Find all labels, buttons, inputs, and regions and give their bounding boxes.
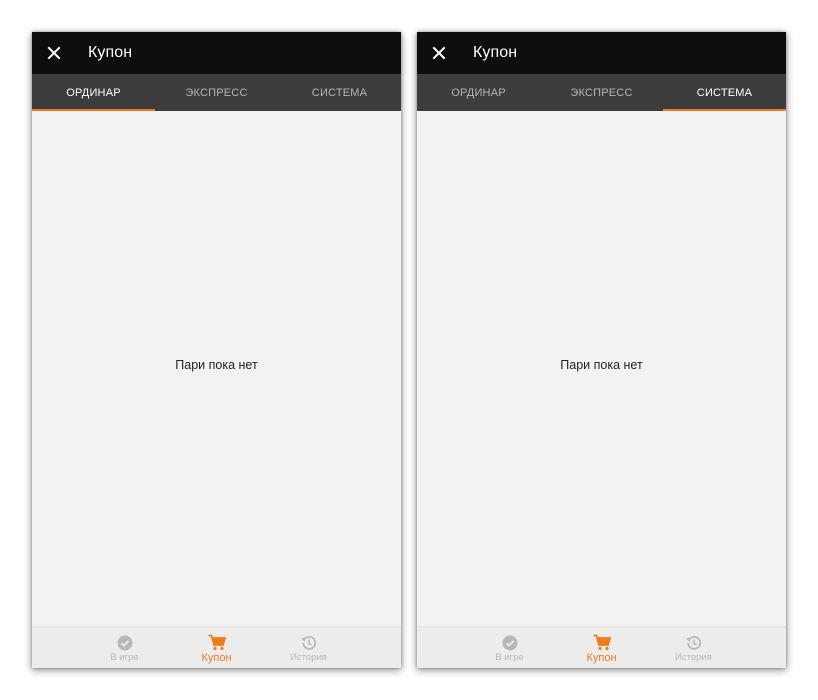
tab-express[interactable]: ЭКСПРЕСС — [540, 74, 663, 111]
page-title: Купон — [473, 44, 518, 61]
close-icon[interactable] — [431, 45, 447, 61]
nav-label: Купон — [201, 651, 232, 664]
nav-item-history[interactable]: История — [648, 627, 740, 668]
cart-icon — [593, 634, 611, 651]
bet-type-tabs: ОРДИНАР ЭКСПРЕСС СИСТЕМА — [417, 74, 786, 111]
cart-icon — [208, 634, 226, 651]
bet-type-tabs: ОРДИНАР ЭКСПРЕСС СИСТЕМА — [32, 74, 401, 111]
nav-label: В игре — [110, 652, 139, 663]
nav-label: Купон — [586, 651, 617, 664]
nav-item-coupon[interactable]: Купон — [556, 627, 648, 668]
tab-system[interactable]: СИСТЕМА — [663, 74, 786, 111]
history-icon — [685, 634, 702, 651]
nav-item-in-game[interactable]: В игре — [464, 627, 556, 668]
history-icon — [300, 634, 317, 651]
nav-label: История — [675, 652, 712, 663]
app-bar: Купон — [32, 32, 401, 74]
nav-label: История — [290, 652, 327, 663]
bottom-nav: В игре Купон История — [32, 626, 401, 668]
coupon-screen-system: Купон ОРДИНАР ЭКСПРЕСС СИСТЕМА Пари пока… — [417, 32, 786, 668]
check-circle-icon — [502, 634, 518, 651]
page-title: Купон — [88, 44, 133, 61]
app-bar: Купон — [417, 32, 786, 74]
empty-message: Пари пока нет — [560, 358, 643, 372]
coupon-content: Пари пока нет — [417, 111, 786, 626]
coupon-screen-single: Купон ОРДИНАР ЭКСПРЕСС СИСТЕМА Пари пока… — [32, 32, 401, 668]
tab-single[interactable]: ОРДИНАР — [32, 74, 155, 111]
empty-message: Пари пока нет — [175, 358, 258, 372]
close-icon[interactable] — [46, 45, 62, 61]
coupon-content: Пари пока нет — [32, 111, 401, 626]
nav-item-history[interactable]: История — [263, 627, 355, 668]
tab-system[interactable]: СИСТЕМА — [278, 74, 401, 111]
nav-item-in-game[interactable]: В игре — [79, 627, 171, 668]
check-circle-icon — [117, 634, 133, 651]
nav-item-coupon[interactable]: Купон — [171, 627, 263, 668]
nav-label: В игре — [495, 652, 524, 663]
bottom-nav: В игре Купон История — [417, 626, 786, 668]
tab-single[interactable]: ОРДИНАР — [417, 74, 540, 111]
tab-express[interactable]: ЭКСПРЕСС — [155, 74, 278, 111]
